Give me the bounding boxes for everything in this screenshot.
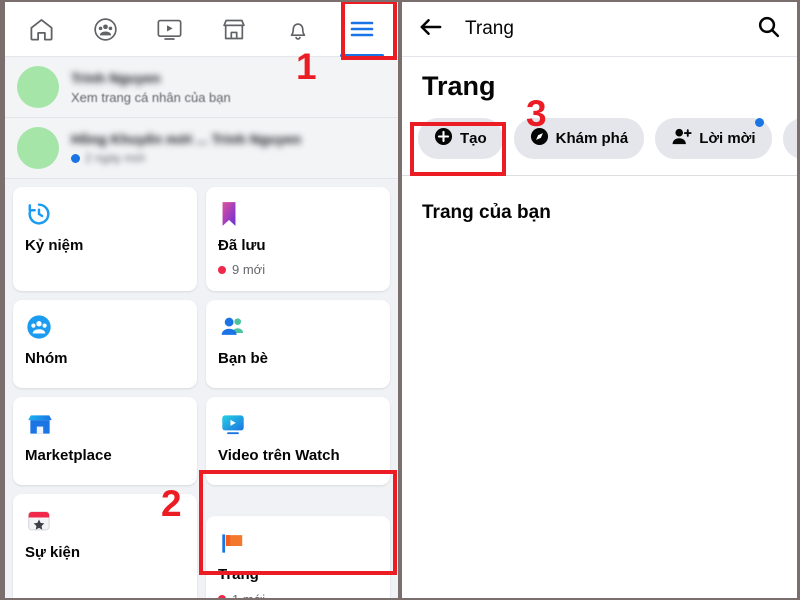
chip-label: Khám phá <box>555 130 629 147</box>
chip-label: Lời mời <box>699 130 756 147</box>
profile-subtitle: Xem trang cá nhân của bạn <box>71 89 231 105</box>
top-navigation-bar <box>5 2 398 57</box>
profile-row-own[interactable]: Trinh Nguyen Xem trang cá nhân của bạn <box>5 57 398 118</box>
memories-clock-icon <box>25 199 185 229</box>
pages-header-bar: Trang <box>402 2 797 57</box>
home-icon <box>28 16 55 43</box>
avatar <box>17 127 59 169</box>
search-icon[interactable] <box>756 14 781 44</box>
nav-friends[interactable] <box>79 7 131 51</box>
profile-name: Trinh Nguyen <box>71 69 161 86</box>
right-panel-pages-screen: Trang Trang Tạo Khám phá Lời mời Trang c… <box>398 0 800 600</box>
profile-list: Trinh Nguyen Xem trang cá nhân của bạn H… <box>5 57 398 179</box>
section-title-your-pages: Trang của bạn <box>422 202 551 223</box>
tile-watch-videos[interactable]: Video trên Watch <box>206 397 390 486</box>
chip-create[interactable]: Tạo <box>418 118 503 159</box>
tile-pages[interactable]: Trang 1 mới <box>206 516 390 600</box>
groups-icon <box>25 312 185 342</box>
tile-badge-text: 9 mới <box>232 262 266 278</box>
tile-label: Video trên Watch <box>218 447 340 465</box>
nav-marketplace[interactable] <box>208 7 260 51</box>
nav-watch[interactable] <box>143 7 195 51</box>
profile-subtitle: 2 ngày mới <box>85 151 145 165</box>
notifications-bell-icon <box>285 16 311 43</box>
menu-hamburger-icon <box>348 18 376 40</box>
tile-friends[interactable]: Bạn bè <box>206 300 390 389</box>
tile-saved[interactable]: Đã lưu 9 mới <box>206 187 390 292</box>
blue-dot-icon <box>71 153 80 163</box>
header-title: Trang <box>465 18 514 39</box>
chip-invites[interactable]: Lời mời <box>655 118 772 159</box>
plus-circle-icon <box>434 127 453 150</box>
watch-video-icon <box>218 409 378 439</box>
marketplace-store-icon <box>25 409 185 439</box>
tile-badge: 9 mới <box>218 262 378 277</box>
page-title: Trang <box>422 71 496 101</box>
tile-badge-text: 1 mới <box>232 591 266 600</box>
chip-label: Tạo <box>460 130 487 147</box>
back-arrow-icon[interactable] <box>418 16 443 43</box>
nav-notifications[interactable] <box>272 7 324 51</box>
chip-liked[interactable]: T <box>782 118 797 159</box>
nav-menu[interactable] <box>336 7 388 57</box>
profile-name: Hồng Khuyến mới ... Trinh Nguyen <box>71 131 302 147</box>
pages-flag-icon <box>218 528 378 558</box>
annotation-number-3: 3 <box>526 93 547 134</box>
avatar <box>17 66 59 108</box>
tile-label: Kỷ niệm <box>25 237 84 254</box>
annotation-number-1: 1 <box>296 46 317 87</box>
marketplace-icon <box>220 16 248 43</box>
saved-bookmark-icon <box>218 199 378 229</box>
tile-label: Sự kiện <box>25 544 81 562</box>
tile-badge: 1 mới <box>218 591 378 600</box>
blue-notification-dot-icon <box>754 118 764 127</box>
friends-people-icon <box>218 312 378 342</box>
tile-label: Marketplace <box>25 447 112 465</box>
profile-row-secondary[interactable]: Hồng Khuyến mới ... Trinh Nguyen 2 ngày … <box>5 118 398 179</box>
tile-marketplace[interactable]: Marketplace <box>13 397 197 486</box>
watch-icon <box>155 16 184 43</box>
person-add-icon <box>671 127 692 150</box>
nav-home[interactable] <box>15 7 67 51</box>
tile-label: Đã lưu <box>218 237 266 254</box>
tile-groups[interactable]: Nhóm <box>13 300 197 389</box>
friends-icon <box>92 16 119 43</box>
annotation-number-2: 2 <box>161 483 182 524</box>
tile-memories[interactable]: Kỷ niệm <box>13 187 197 292</box>
red-dot-icon <box>218 595 226 598</box>
pages-action-chips: Tạo Khám phá Lời mời <box>402 102 797 175</box>
tile-label: Bạn bè <box>218 350 269 368</box>
shortcut-tiles-grid: Kỷ niệm Đã lưu 9 mới Nhóm Bạn bè Marketp… <box>5 179 398 600</box>
tile-label: Trang <box>218 566 259 584</box>
screenshot-root: Trinh Nguyen Xem trang cá nhân của bạn H… <box>0 0 800 600</box>
left-panel-menu-screen: Trinh Nguyen Xem trang cá nhân của bạn H… <box>0 0 398 600</box>
red-dot-icon <box>218 265 226 274</box>
tile-label: Nhóm <box>25 350 68 368</box>
